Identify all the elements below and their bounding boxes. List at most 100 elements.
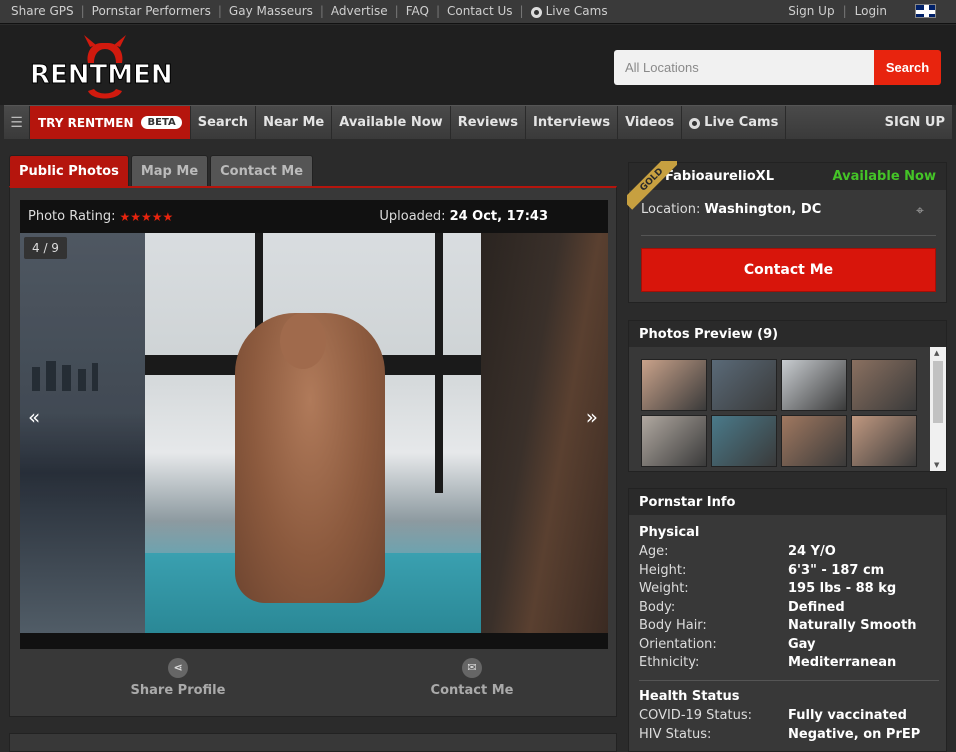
preview-scrollbar[interactable]: ▲ ▼ — [930, 347, 946, 471]
pornstar-performers-link[interactable]: Pornstar Performers — [92, 4, 211, 18]
info-value: Negative, on PrEP — [788, 726, 921, 742]
info-value: Mediterranean — [788, 655, 897, 670]
health-title: Health Status — [639, 689, 740, 704]
physical-title: Physical — [639, 525, 700, 540]
info-key: Orientation: — [639, 636, 717, 652]
prev-arrow-icon[interactable]: « — [28, 405, 40, 429]
photo-thumbnail[interactable] — [641, 359, 707, 411]
info-row: HIV Status: Negative, on PrEP — [639, 727, 939, 742]
mail-icon: ✉ — [462, 658, 482, 678]
gay-masseurs-link[interactable]: Gay Masseurs — [229, 4, 313, 18]
profile-name: FabioaurelioXL — [665, 169, 774, 184]
photo-thumbnail[interactable] — [711, 415, 777, 467]
contact-me-label: Contact Me — [430, 683, 514, 698]
contact-us-link[interactable]: Contact Us — [447, 4, 513, 18]
scrollbar-thumb[interactable] — [933, 361, 943, 423]
try-rentmen-button[interactable]: TRY RENTMEN BETA — [30, 106, 191, 139]
info-key: Age: — [639, 544, 669, 559]
info-value: 24 Y/O — [788, 544, 836, 559]
webcam-icon — [530, 6, 542, 18]
nav-videos[interactable]: Videos — [618, 106, 683, 139]
info-row: Weight: 195 lbs - 88 kg — [639, 581, 939, 596]
previous-photo[interactable] — [20, 233, 145, 633]
nav-near-me[interactable]: Near Me — [256, 106, 333, 139]
nav-live-cams-label: Live Cams — [704, 115, 779, 130]
location-label: Location: — [641, 202, 701, 217]
top-links: Share GPS | Pornstar Performers | Gay Mass… — [11, 4, 608, 18]
tab-map-me[interactable]: Map Me — [130, 155, 209, 187]
nav-search[interactable]: Search — [191, 106, 257, 139]
photo-rating: Photo Rating: ★★★★★ — [28, 209, 173, 224]
info-value: 6'3" - 187 cm — [788, 562, 885, 578]
search-button[interactable]: Search — [874, 50, 941, 85]
thumbnail-grid — [641, 359, 927, 467]
location-value: Washington, DC — [704, 202, 822, 217]
bottom-strip — [9, 733, 617, 752]
nav-available-now[interactable]: Available Now — [332, 106, 451, 139]
photo-carousel[interactable]: 4 / 9 « » — [20, 233, 608, 649]
login-link[interactable]: Login — [855, 4, 887, 18]
scroll-down-icon[interactable]: ▼ — [934, 461, 939, 469]
uploaded-label: Uploaded: — [379, 209, 446, 224]
rentmen-logo[interactable]: RENTMEN — [30, 33, 180, 103]
next-photo[interactable] — [481, 233, 608, 633]
profile-card: GOLD FabioaurelioXL Available Now Locati… — [627, 161, 947, 303]
main-nav: ☰ TRY RENTMEN BETA Search Near Me Availa… — [4, 105, 952, 139]
top-bar: Share GPS | Pornstar Performers | Gay Mass… — [0, 0, 956, 24]
info-row: Orientation: Gay — [639, 637, 939, 652]
location-search: Search — [614, 50, 941, 85]
info-row: Height: 6'3" - 187 cm — [639, 563, 939, 578]
photo-thumbnail[interactable] — [781, 359, 847, 411]
photo-thumbnail[interactable] — [851, 359, 917, 411]
photo-panel: Photo Rating: ★★★★★ Uploaded: 24 Oct, 17:… — [9, 186, 617, 717]
contact-me-action[interactable]: ✉ Contact Me — [402, 658, 542, 698]
webcam-icon — [689, 118, 701, 129]
nav-reviews[interactable]: Reviews — [451, 106, 527, 139]
share-profile-button[interactable]: ⋖ Share Profile — [108, 658, 248, 698]
photo-thumbnail[interactable] — [711, 359, 777, 411]
info-key: Weight: — [639, 581, 689, 596]
info-value: Gay — [788, 636, 816, 652]
info-row: Body: Defined — [639, 600, 939, 615]
faq-link[interactable]: FAQ — [406, 4, 429, 18]
photo-thumbnail[interactable] — [851, 415, 917, 467]
nav-live-cams[interactable]: Live Cams — [682, 106, 787, 139]
info-title: Pornstar Info — [629, 489, 946, 515]
site-header: RENTMEN Search — [0, 25, 956, 105]
info-value: Defined — [788, 599, 845, 615]
map-pin-icon[interactable]: ⌖ — [916, 203, 934, 219]
info-key: Height: — [639, 562, 687, 578]
rating-stars[interactable]: ★★★★★ — [120, 210, 174, 224]
share-gps-link[interactable]: Share GPS — [11, 4, 74, 18]
location-search-input[interactable] — [614, 50, 874, 85]
scroll-up-icon[interactable]: ▲ — [934, 349, 939, 357]
advertise-link[interactable]: Advertise — [331, 4, 388, 18]
profile-header: GOLD FabioaurelioXL Available Now — [627, 161, 946, 210]
menu-icon[interactable]: ☰ — [4, 106, 30, 139]
nav-sign-up[interactable]: SIGN UP — [878, 106, 952, 139]
tab-public-photos[interactable]: Public Photos — [9, 155, 129, 187]
live-cams-link[interactable]: Live Cams — [546, 4, 608, 18]
photo-thumbnail[interactable] — [781, 415, 847, 467]
share-icon: ⋖ — [168, 658, 188, 678]
photo-thumbnail[interactable] — [641, 415, 707, 467]
photo-counter: 4 / 9 — [24, 237, 67, 259]
info-row: Body Hair: Naturally Smooth — [639, 618, 939, 633]
info-key: Body: — [639, 599, 676, 615]
next-arrow-icon[interactable]: » — [586, 405, 598, 429]
info-key: COVID-19 Status: — [639, 708, 752, 723]
uk-flag-icon[interactable] — [915, 4, 936, 18]
contact-me-button[interactable]: Contact Me — [641, 248, 936, 292]
info-key: Ethnicity: — [639, 655, 700, 670]
upload-date: Uploaded: 24 Oct, 17:43 — [379, 209, 548, 224]
photo-actions: ⋖ Share Profile ✉ Contact Me — [20, 658, 608, 708]
current-photo[interactable] — [145, 233, 481, 633]
share-profile-label: Share Profile — [130, 683, 226, 698]
sign-up-link[interactable]: Sign Up — [788, 4, 834, 18]
nav-interviews[interactable]: Interviews — [526, 106, 619, 139]
pornstar-info: Pornstar Info Physical Age: 24 Y/O Height:… — [628, 488, 947, 752]
availability-status: Available Now — [832, 169, 936, 184]
info-key: HIV Status: — [639, 726, 712, 742]
info-key: Body Hair: — [639, 618, 707, 633]
tab-contact-me[interactable]: Contact Me — [210, 155, 314, 187]
